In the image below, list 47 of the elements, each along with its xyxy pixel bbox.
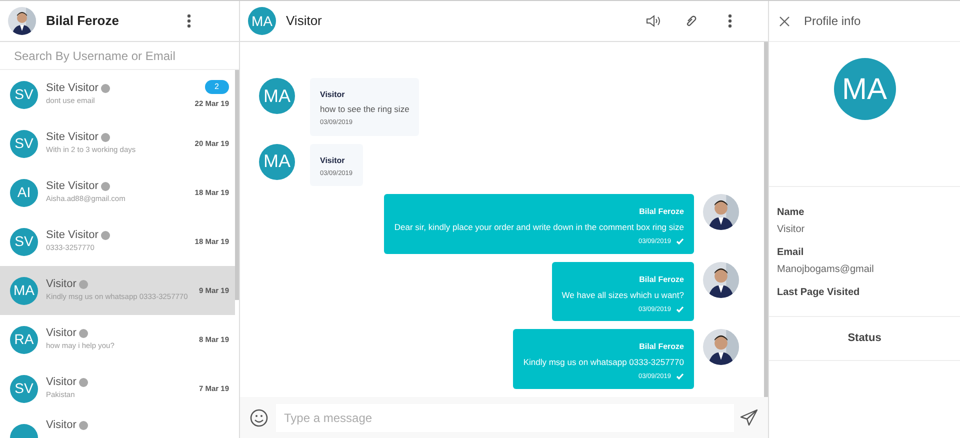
contact-name: Visitor xyxy=(46,327,76,340)
more-icon[interactable] xyxy=(187,14,191,28)
field-value: Visitor xyxy=(777,223,806,237)
avatar: MA xyxy=(834,58,896,120)
sender-name: Bilal Feroze xyxy=(639,206,684,218)
avatar: MA xyxy=(248,7,276,35)
speaker-icon[interactable] xyxy=(646,14,662,28)
contact-name: Visitor xyxy=(46,376,76,388)
message-text: Kindly msg us on whatsapp 0333-3257770 xyxy=(523,356,684,369)
contact-name: Visitor xyxy=(46,278,76,290)
avatar: MA xyxy=(10,276,38,304)
contact-name: Visitor xyxy=(46,419,76,431)
field-value: Manojbogams@gmail xyxy=(777,263,875,277)
message-text: Dear sir, kindly place your order and write down in the comment box ring size xyxy=(394,221,684,234)
section-heading: Status xyxy=(848,331,882,346)
unread-badge: 2 xyxy=(204,80,229,94)
avatar: SV xyxy=(10,374,38,402)
more-icon[interactable] xyxy=(728,14,732,28)
field-label: Last Page Visited xyxy=(777,286,861,300)
contact-name: Site Visitor xyxy=(46,229,98,242)
sender-name: Bilal Feroze xyxy=(639,274,684,286)
contact-name: Site Visitor xyxy=(46,180,98,192)
sender-name: Visitor xyxy=(320,154,346,166)
sender-name: Bilal Feroze xyxy=(639,341,684,354)
avatar: MA xyxy=(259,144,295,180)
panel-title: Profile info xyxy=(804,13,861,30)
avatar: RA xyxy=(10,326,38,354)
sender-name: Visitor xyxy=(320,89,346,101)
field-label: Name xyxy=(777,206,806,220)
avatar: AI xyxy=(10,178,38,206)
message-text: how to see the ring size xyxy=(320,103,410,116)
contact-name: Site Visitor xyxy=(46,131,98,144)
paperclip-icon[interactable] xyxy=(684,14,698,28)
avatar: SV xyxy=(10,80,38,108)
smiley-icon[interactable] xyxy=(250,408,268,426)
send-icon[interactable] xyxy=(740,408,758,426)
avatar: SV xyxy=(10,130,38,158)
user-name: Bilal Feroze xyxy=(46,12,119,30)
avatar: MA xyxy=(259,78,295,114)
chat-title: Visitor xyxy=(286,12,322,30)
message-field[interactable]: Type a message xyxy=(276,404,734,432)
avatar: SV xyxy=(10,228,38,256)
field-label: Email xyxy=(777,246,805,260)
message-text: We have all sizes which u want? xyxy=(562,288,684,302)
search-field[interactable]: Search By Username or Email xyxy=(0,42,239,70)
close-icon[interactable] xyxy=(779,16,790,26)
contact-name: Site Visitor xyxy=(46,82,98,94)
